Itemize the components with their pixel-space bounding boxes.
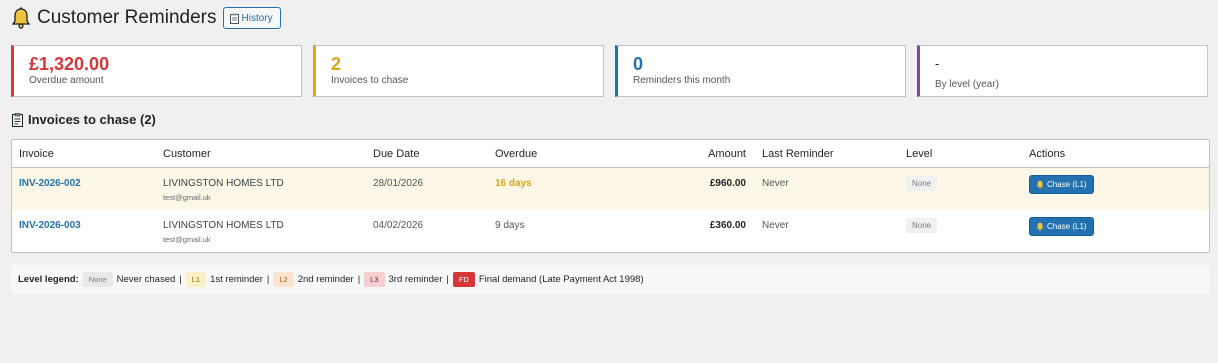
col-header-level[interactable]: Level [906,148,932,160]
due-date: 28/01/2026 [373,178,424,189]
history-button[interactable]: History [222,7,281,29]
table-row: INV-2026-002 LIVINGSTON HOMES LTD test@g… [12,168,1209,210]
amount: £960.00 [709,178,746,189]
col-header-amount[interactable]: Amount [708,148,746,160]
legend-text: 3rd reminder [388,274,443,285]
section-heading: Invoices to chase (2) [12,112,156,127]
overdue-amount-card: £1,320.00 Overdue amount [11,45,302,97]
bell-icon [1036,222,1044,231]
legend-separator: | [266,274,270,285]
legend-tag-l3: L3 [364,272,385,287]
clipboard-icon [12,112,23,127]
section-title: Invoices to chase (2) [28,112,156,127]
invoices-to-chase-card: 2 Invoices to chase [313,45,604,97]
customer-email: test@gmail.uk [163,193,211,202]
card-value: 0 [633,54,644,74]
legend-separator: | [179,274,182,285]
customer-email: test@gmail.uk [163,235,211,244]
reminders-this-month-card: 0 Reminders this month [615,45,906,97]
history-button-label: History [241,12,273,24]
legend-title: Level legend: [18,274,79,285]
legend-separator: | [357,274,361,285]
col-header-customer[interactable]: Customer [163,148,211,160]
legend-text: 1st reminder [210,274,263,285]
legend-tag-l1: L1 [185,272,207,287]
level-badge: None [906,218,938,233]
level-legend: Level legend: None Never chased | L1 1st… [11,265,1210,294]
col-header-actions[interactable]: Actions [1029,148,1065,160]
last-reminder: Never [762,220,789,231]
col-header-invoice[interactable]: Invoice [19,148,54,160]
customer-name: LIVINGSTON HOMES LTD [163,178,284,189]
overdue-days: 9 days [495,220,525,231]
overdue-days: 16 days [495,178,532,189]
card-label: Overdue amount [29,75,104,86]
customer-name: LIVINGSTON HOMES LTD [163,220,284,231]
summary-cards: £1,320.00 Overdue amount 2 Invoices to c… [11,45,1208,97]
legend-separator: | [446,274,449,285]
legend-text: Final demand (Late Payment Act 1998) [478,274,644,285]
last-reminder: Never [762,178,789,189]
invoice-link[interactable]: INV-2026-002 [19,178,81,189]
legend-text: Never chased [116,274,176,285]
col-header-due-date[interactable]: Due Date [373,148,419,160]
chase-button-label: Chase (L1) [1047,180,1087,189]
col-header-last-reminder[interactable]: Last Reminder [762,148,834,160]
card-value: £1,320.00 [29,54,110,74]
invoices-table: Invoice Customer Due Date Overdue Amount… [11,139,1210,253]
bell-icon [1036,180,1044,189]
chase-button[interactable]: Chase (L1) [1029,217,1094,236]
card-label: Invoices to chase [331,75,409,86]
card-label: By level (year) [935,79,999,90]
card-label: Reminders this month [633,75,731,86]
table-header: Invoice Customer Due Date Overdue Amount… [12,140,1209,168]
col-header-overdue[interactable]: Overdue [495,148,537,160]
table-row: INV-2026-003 LIVINGSTON HOMES LTD test@g… [12,210,1209,252]
legend-text: 2nd reminder [297,274,354,285]
legend-tag-fd: FD [452,272,475,287]
card-value: 2 [331,54,342,74]
due-date: 04/02/2026 [373,220,424,231]
invoice-link[interactable]: INV-2026-003 [19,220,81,231]
page-header: Customer Reminders History [11,6,281,30]
chase-button[interactable]: Chase (L1) [1029,175,1094,194]
chase-button-label: Chase (L1) [1047,222,1087,231]
bell-icon [11,7,31,29]
legend-tag-none: None [82,272,113,287]
page-title: Customer Reminders [37,7,217,28]
clipboard-icon [229,13,239,24]
legend-tag-l2: L2 [273,272,294,287]
amount: £360.00 [709,220,746,231]
level-badge: None [906,176,938,191]
card-value: - [935,56,940,71]
by-level-card: - By level (year) [917,45,1208,97]
